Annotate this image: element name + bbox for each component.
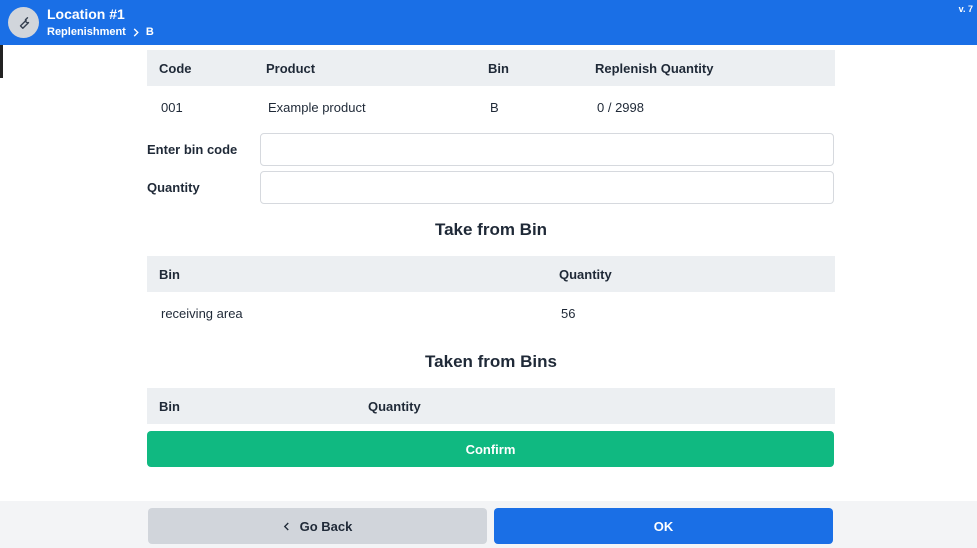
version-label: v. 7 [958, 4, 973, 14]
take-from-bin-title: Take from Bin [434, 220, 548, 239]
column-header-quantity: Quantity [559, 266, 612, 282]
taken-from-bins-header: Bin Quantity [147, 388, 835, 424]
tools-button[interactable] [8, 7, 39, 38]
breadcrumb-replenishment[interactable]: Replenishment [47, 26, 126, 38]
page-title: Location #1 [47, 6, 125, 22]
product-table-header: Code Product Bin Replenish Quantity [147, 50, 835, 86]
bin-code-field: Enter bin code [147, 132, 835, 166]
top-bar: Location #1 Replenishment B v. 7 [0, 0, 977, 45]
go-back-label: Go Back [299, 518, 353, 534]
chevron-left-icon [283, 522, 289, 530]
quantity-label: Quantity [147, 179, 200, 195]
table-row[interactable]: receiving area 56 [147, 292, 835, 334]
source-bin: receiving area [161, 305, 243, 321]
wrench-icon [19, 16, 29, 29]
column-header-replenish-quantity: Replenish Quantity [595, 60, 714, 76]
take-from-bin-header: Bin Quantity [147, 256, 835, 292]
breadcrumb-current: B [145, 26, 154, 38]
bottom-action-bar: Go Back OK [0, 501, 977, 548]
column-header-bin: Bin [159, 266, 180, 282]
table-row: 001 Example product B 0 / 2998 [147, 86, 835, 128]
column-header-code: Code [159, 60, 192, 76]
column-header-bin: Bin [159, 398, 180, 414]
quantity-input[interactable] [260, 170, 834, 204]
column-header-bin: Bin [488, 60, 509, 76]
taken-from-bins-title: Taken from Bins [425, 352, 557, 371]
quantity-field: Quantity [147, 170, 835, 204]
bin-code-input[interactable] [260, 132, 834, 166]
main-content: Code Product Bin Replenish Quantity 001 … [147, 50, 835, 467]
chevron-right-icon [133, 27, 139, 37]
product-name: Example product [268, 99, 366, 115]
ok-button[interactable]: OK [494, 508, 833, 544]
column-header-quantity: Quantity [368, 398, 421, 414]
breadcrumb: Replenishment B [47, 26, 154, 38]
go-back-button[interactable]: Go Back [148, 508, 487, 544]
product-code: 001 [161, 99, 183, 115]
product-bin: B [490, 99, 499, 115]
confirm-button[interactable]: Confirm [147, 431, 834, 467]
column-header-product: Product [266, 60, 316, 76]
source-bin-quantity: 56 [561, 305, 576, 321]
replenish-quantity: 0 / 2998 [597, 99, 644, 115]
bin-code-label: Enter bin code [147, 141, 238, 157]
left-edge-divider [0, 45, 3, 78]
